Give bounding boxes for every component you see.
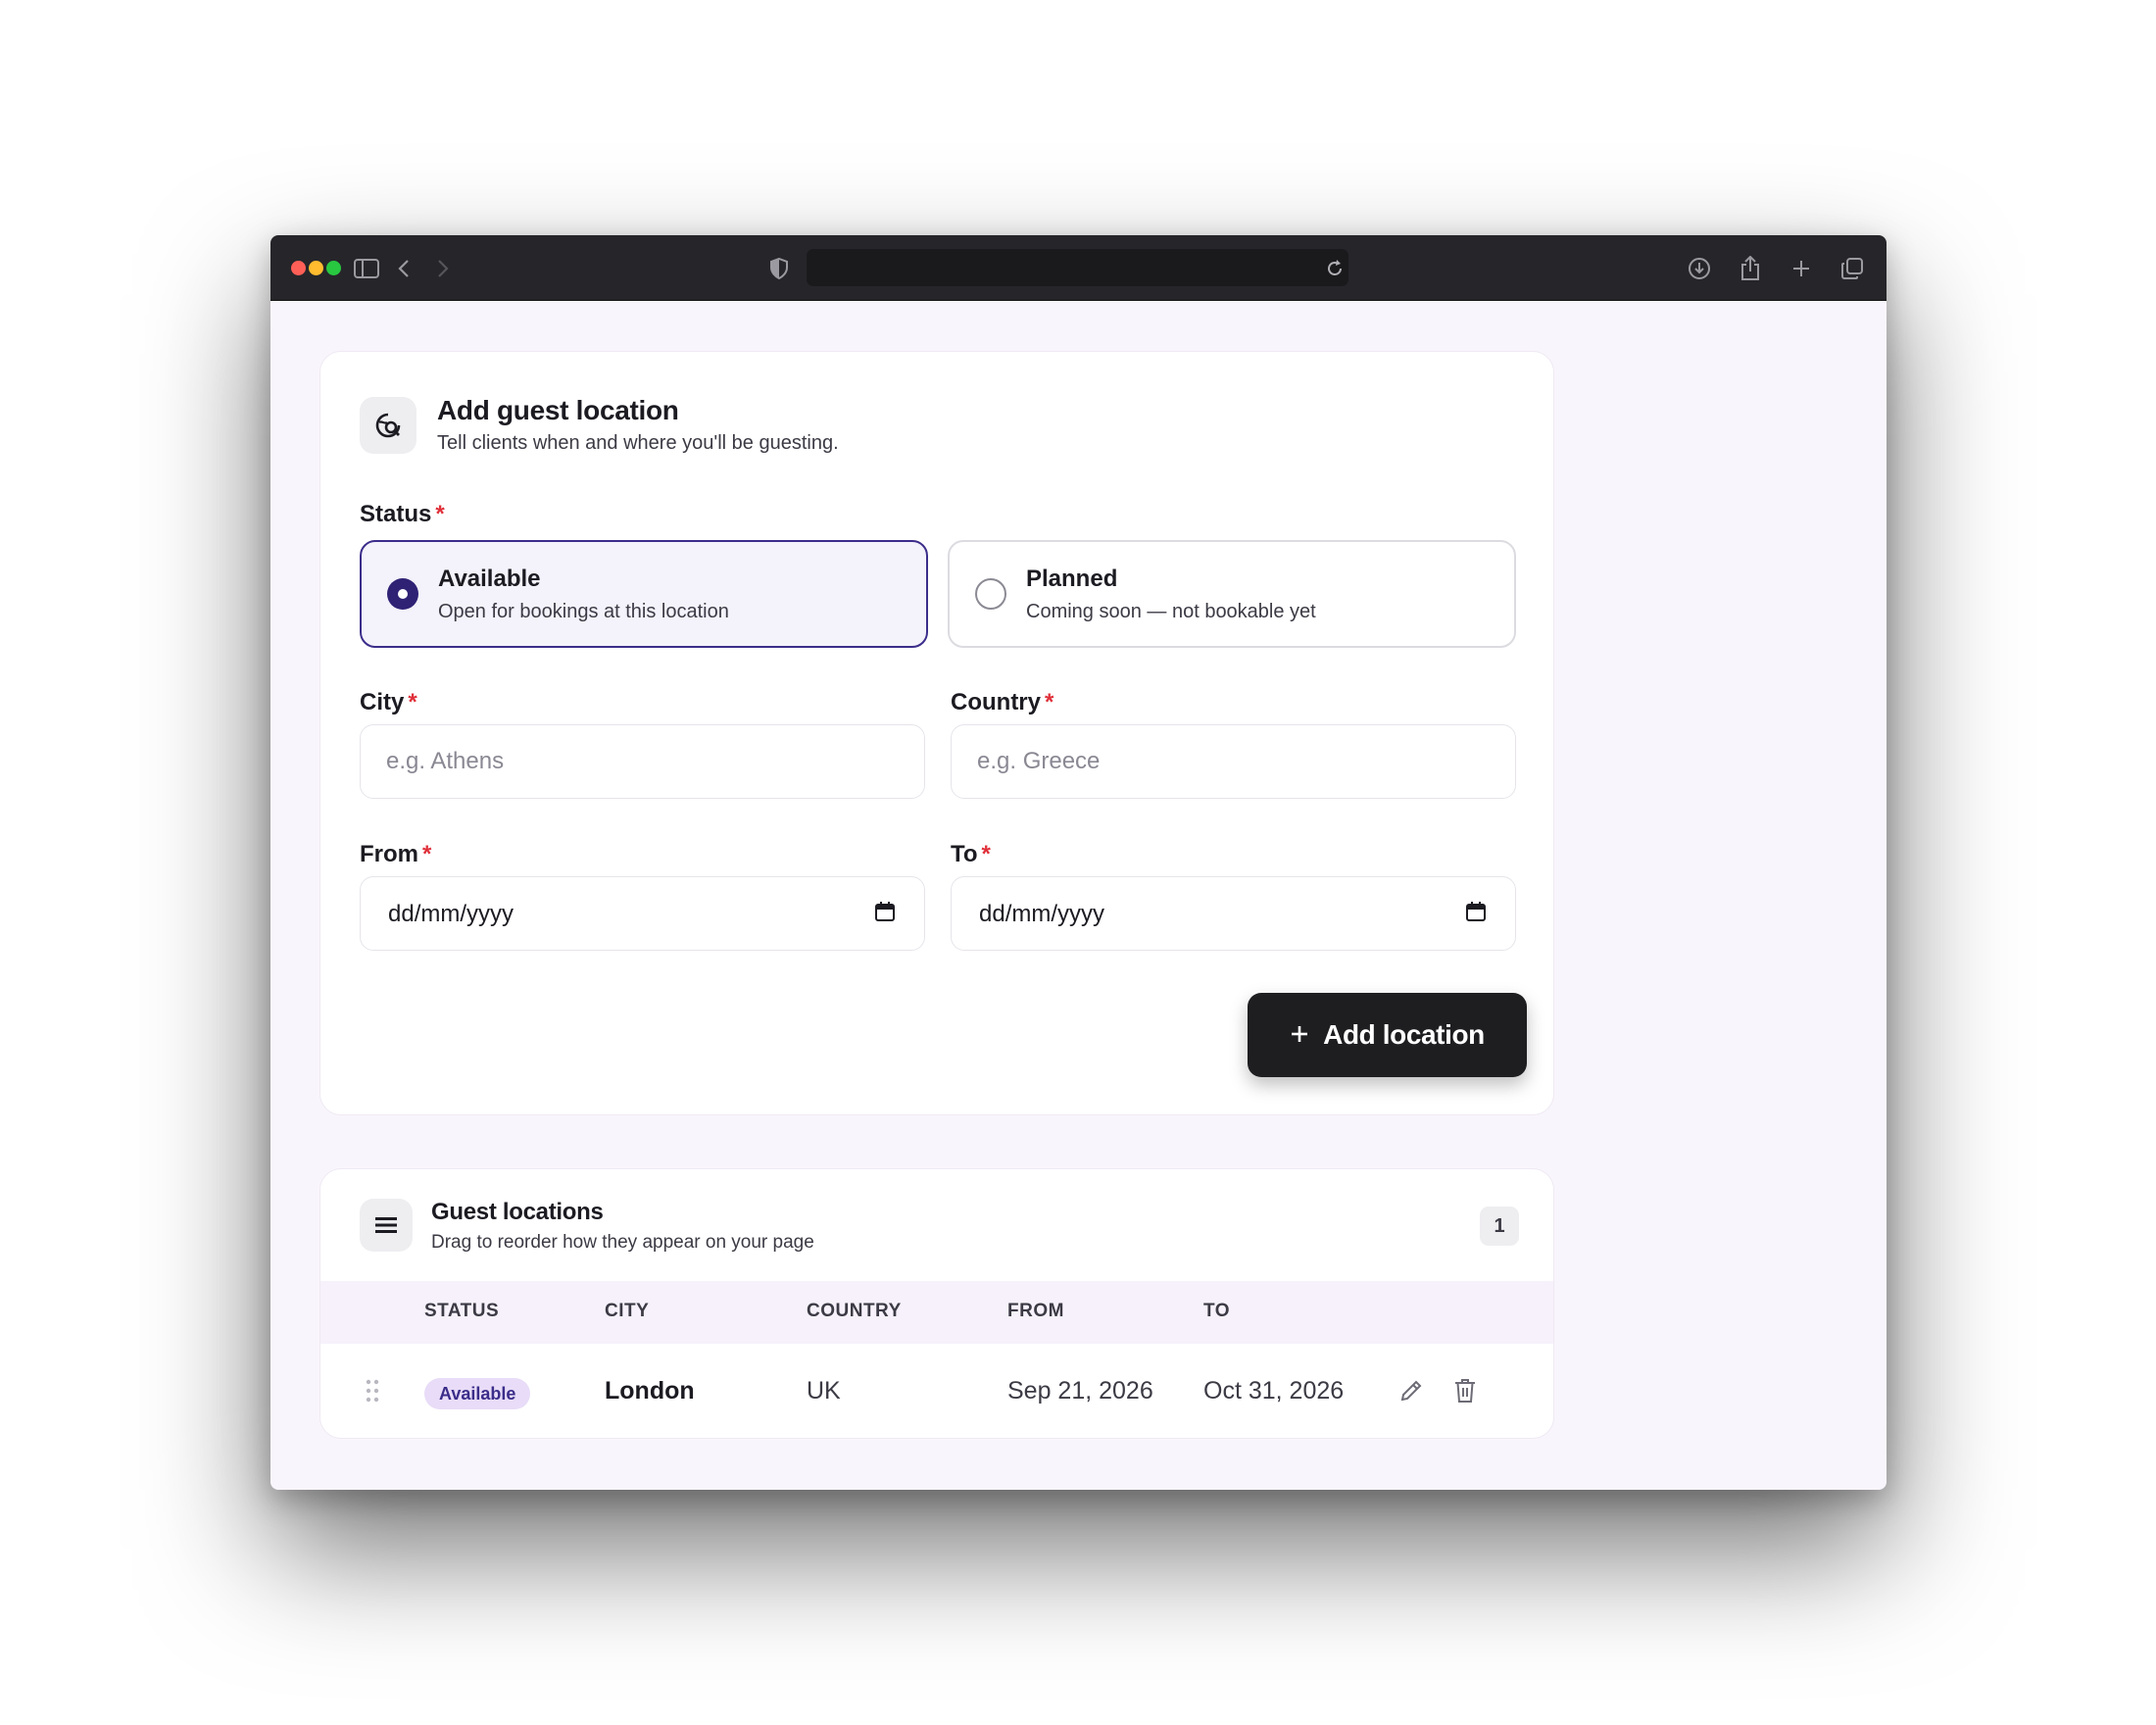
share-icon[interactable] [1735,253,1766,284]
column-header-city[interactable]: CITY [605,1301,649,1322]
minimize-window-button[interactable] [309,261,323,275]
column-header-country[interactable]: COUNTRY [807,1301,902,1322]
forward-icon[interactable] [427,253,459,284]
cell-to: Oct 31, 2026 [1203,1377,1345,1405]
country-label: Country * [951,689,1054,715]
column-header-from[interactable]: FROM [1007,1301,1064,1322]
sidebar-toggle-icon[interactable] [351,253,382,284]
to-date-value: dd/mm/yyyy [979,901,1105,927]
drag-handle-icon[interactable] [366,1379,379,1407]
form-subtitle: Tell clients when and where you'll be gu… [437,432,839,454]
option-subtitle: Coming soon — not bookable yet [1026,601,1316,622]
back-icon[interactable] [388,253,419,284]
from-date-input[interactable]: dd/mm/yyyy [360,876,925,951]
option-title: Planned [1026,566,1118,592]
table-header: STATUS CITY COUNTRY FROM TO [320,1281,1553,1344]
cell-from: Sep 21, 2026 [1007,1377,1153,1405]
column-header-status[interactable]: STATUS [424,1301,499,1322]
radio-planned[interactable] [975,578,1006,610]
download-icon[interactable] [1684,253,1715,284]
list-icon [360,1199,413,1252]
location-search-icon [360,397,416,454]
browser-window: Add guest location Tell clients when and… [270,235,1886,1490]
city-input[interactable] [360,724,925,799]
plus-icon [1290,1019,1309,1051]
status-option-planned[interactable]: Planned Coming soon — not bookable yet [948,540,1516,648]
browser-toolbar [270,235,1886,301]
zoom-window-button[interactable] [326,261,341,275]
calendar-icon[interactable] [875,901,895,929]
option-subtitle: Open for bookings at this location [438,601,729,622]
cell-city: London [605,1377,695,1405]
list-title: Guest locations [431,1199,604,1225]
address-bar[interactable] [807,249,1348,286]
country-input[interactable] [951,724,1516,799]
status-label: Status * [360,501,445,527]
add-location-button[interactable]: Add location [1248,993,1527,1077]
status-option-available[interactable]: Available Open for bookings at this loca… [360,540,928,648]
privacy-shield-icon[interactable] [763,253,795,284]
add-location-card: Add guest location Tell clients when and… [319,351,1554,1115]
radio-available[interactable] [387,578,418,610]
tab-overview-icon[interactable] [1837,253,1868,284]
list-subtitle: Drag to reorder how they appear on your … [431,1232,814,1253]
guest-locations-card: Guest locations Drag to reorder how they… [319,1168,1554,1439]
from-label: From * [360,841,432,867]
reload-icon[interactable] [1319,253,1350,284]
city-label: City * [360,689,417,715]
cell-country: UK [807,1377,841,1405]
option-title: Available [438,566,541,592]
close-window-button[interactable] [291,261,306,275]
add-location-label: Add location [1323,1019,1485,1050]
location-count-badge: 1 [1480,1207,1519,1246]
calendar-icon[interactable] [1466,901,1486,929]
from-date-value: dd/mm/yyyy [388,901,514,927]
trash-icon[interactable] [1453,1378,1477,1408]
to-date-input[interactable]: dd/mm/yyyy [951,876,1516,951]
to-label: To * [951,841,991,867]
status-badge: Available [424,1378,531,1409]
column-header-to[interactable]: TO [1203,1301,1230,1322]
page-content: Add guest location Tell clients when and… [270,300,1886,1490]
table-row[interactable]: Available London UK Sep 21, 2026 Oct 31,… [320,1344,1553,1438]
form-title: Add guest location [437,395,679,425]
pencil-icon[interactable] [1398,1378,1424,1408]
new-tab-icon[interactable] [1786,253,1817,284]
